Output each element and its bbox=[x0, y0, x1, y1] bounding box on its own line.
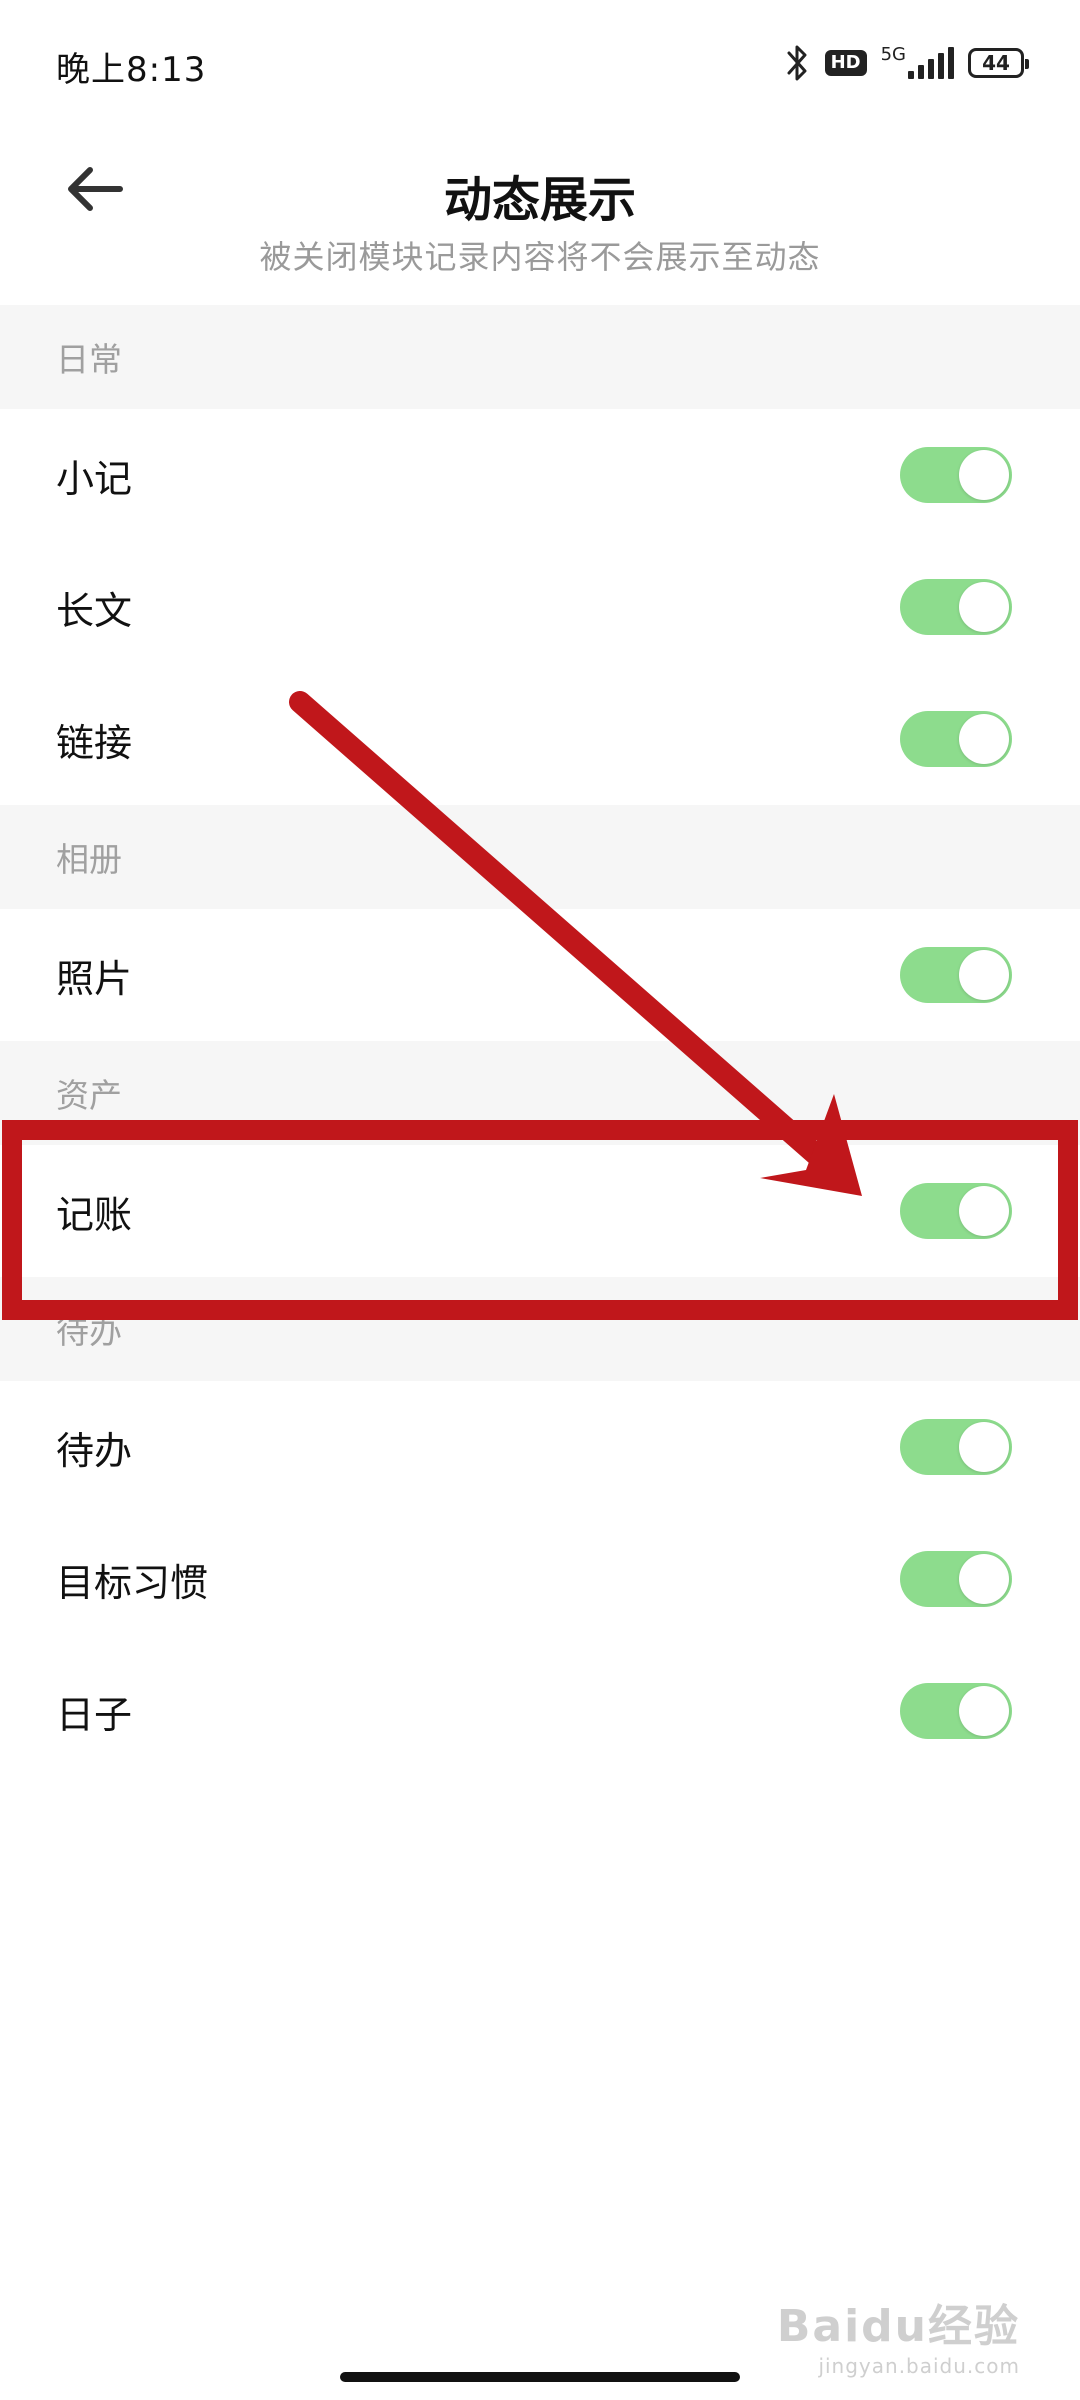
section-header-album: 相册 bbox=[0, 805, 1080, 909]
setting-row-photo: 照片 bbox=[0, 909, 1080, 1041]
toggle-knob bbox=[959, 1554, 1009, 1604]
toggle-switch-todo[interactable] bbox=[900, 1419, 1012, 1475]
setting-row-todo: 待办 bbox=[0, 1381, 1080, 1513]
signal-icon: 5G bbox=[880, 44, 954, 79]
settings-list: 日常 小记 长文 链接 相册 照片 资产 记账 待办 待办 目标习惯 日子 bbox=[0, 305, 1080, 1777]
bluetooth-icon bbox=[787, 45, 807, 81]
battery-icon: 44 bbox=[968, 48, 1029, 78]
toggle-knob bbox=[959, 714, 1009, 764]
setting-label: 待办 bbox=[56, 1428, 133, 1473]
hd-badge: HD bbox=[824, 50, 867, 76]
watermark-sub: jingyan.baidu.com bbox=[818, 2354, 1020, 2378]
toggle-knob bbox=[959, 582, 1009, 632]
toggle-switch-bookkeeping[interactable] bbox=[900, 1183, 1012, 1239]
status-time: 晚上8:13 bbox=[56, 50, 207, 90]
section-header-daily: 日常 bbox=[0, 305, 1080, 409]
toggle-knob bbox=[959, 1686, 1009, 1736]
section-header-todo: 待办 bbox=[0, 1277, 1080, 1381]
network-type: 5G bbox=[880, 44, 906, 65]
toggle-knob bbox=[959, 1186, 1009, 1236]
watermark-main: Baidu经验 bbox=[776, 2301, 1020, 2352]
toggle-switch-link[interactable] bbox=[900, 711, 1012, 767]
section-header-assets: 资产 bbox=[0, 1041, 1080, 1145]
toggle-switch-days[interactable] bbox=[900, 1683, 1012, 1739]
setting-row-days: 日子 bbox=[0, 1645, 1080, 1777]
toggle-knob bbox=[959, 950, 1009, 1000]
setting-label: 小记 bbox=[56, 456, 133, 501]
toggle-knob bbox=[959, 1422, 1009, 1472]
setting-row-article: 长文 bbox=[0, 541, 1080, 673]
setting-label: 链接 bbox=[56, 720, 133, 765]
setting-label: 目标习惯 bbox=[56, 1560, 209, 1605]
setting-label: 记账 bbox=[56, 1192, 133, 1237]
setting-row-bookkeeping: 记账 bbox=[0, 1145, 1080, 1277]
watermark: Baidu经验 jingyan.baidu.com bbox=[777, 2290, 1020, 2378]
status-bar: 晚上8:13 HD 5G 44 bbox=[0, 0, 1080, 120]
setting-label: 照片 bbox=[56, 956, 133, 1001]
toggle-switch-note[interactable] bbox=[900, 447, 1012, 503]
setting-label: 日子 bbox=[56, 1692, 133, 1737]
battery-level: 44 bbox=[982, 51, 1010, 75]
toggle-switch-photo[interactable] bbox=[900, 947, 1012, 1003]
page-subtitle: 被关闭模块记录内容将不会展示至动态 bbox=[259, 238, 821, 276]
page-header: 动态展示 被关闭模块记录内容将不会展示至动态 bbox=[0, 120, 1080, 300]
setting-row-goals-habits: 目标习惯 bbox=[0, 1513, 1080, 1645]
home-indicator[interactable] bbox=[340, 2372, 740, 2382]
toggle-switch-goals-habits[interactable] bbox=[900, 1551, 1012, 1607]
setting-row-link: 链接 bbox=[0, 673, 1080, 805]
setting-row-note: 小记 bbox=[0, 409, 1080, 541]
setting-label: 长文 bbox=[56, 588, 133, 633]
status-icons: HD 5G 44 bbox=[785, 38, 1029, 88]
toggle-switch-article[interactable] bbox=[900, 579, 1012, 635]
page-title: 动态展示 bbox=[443, 172, 636, 228]
toggle-knob bbox=[959, 450, 1009, 500]
